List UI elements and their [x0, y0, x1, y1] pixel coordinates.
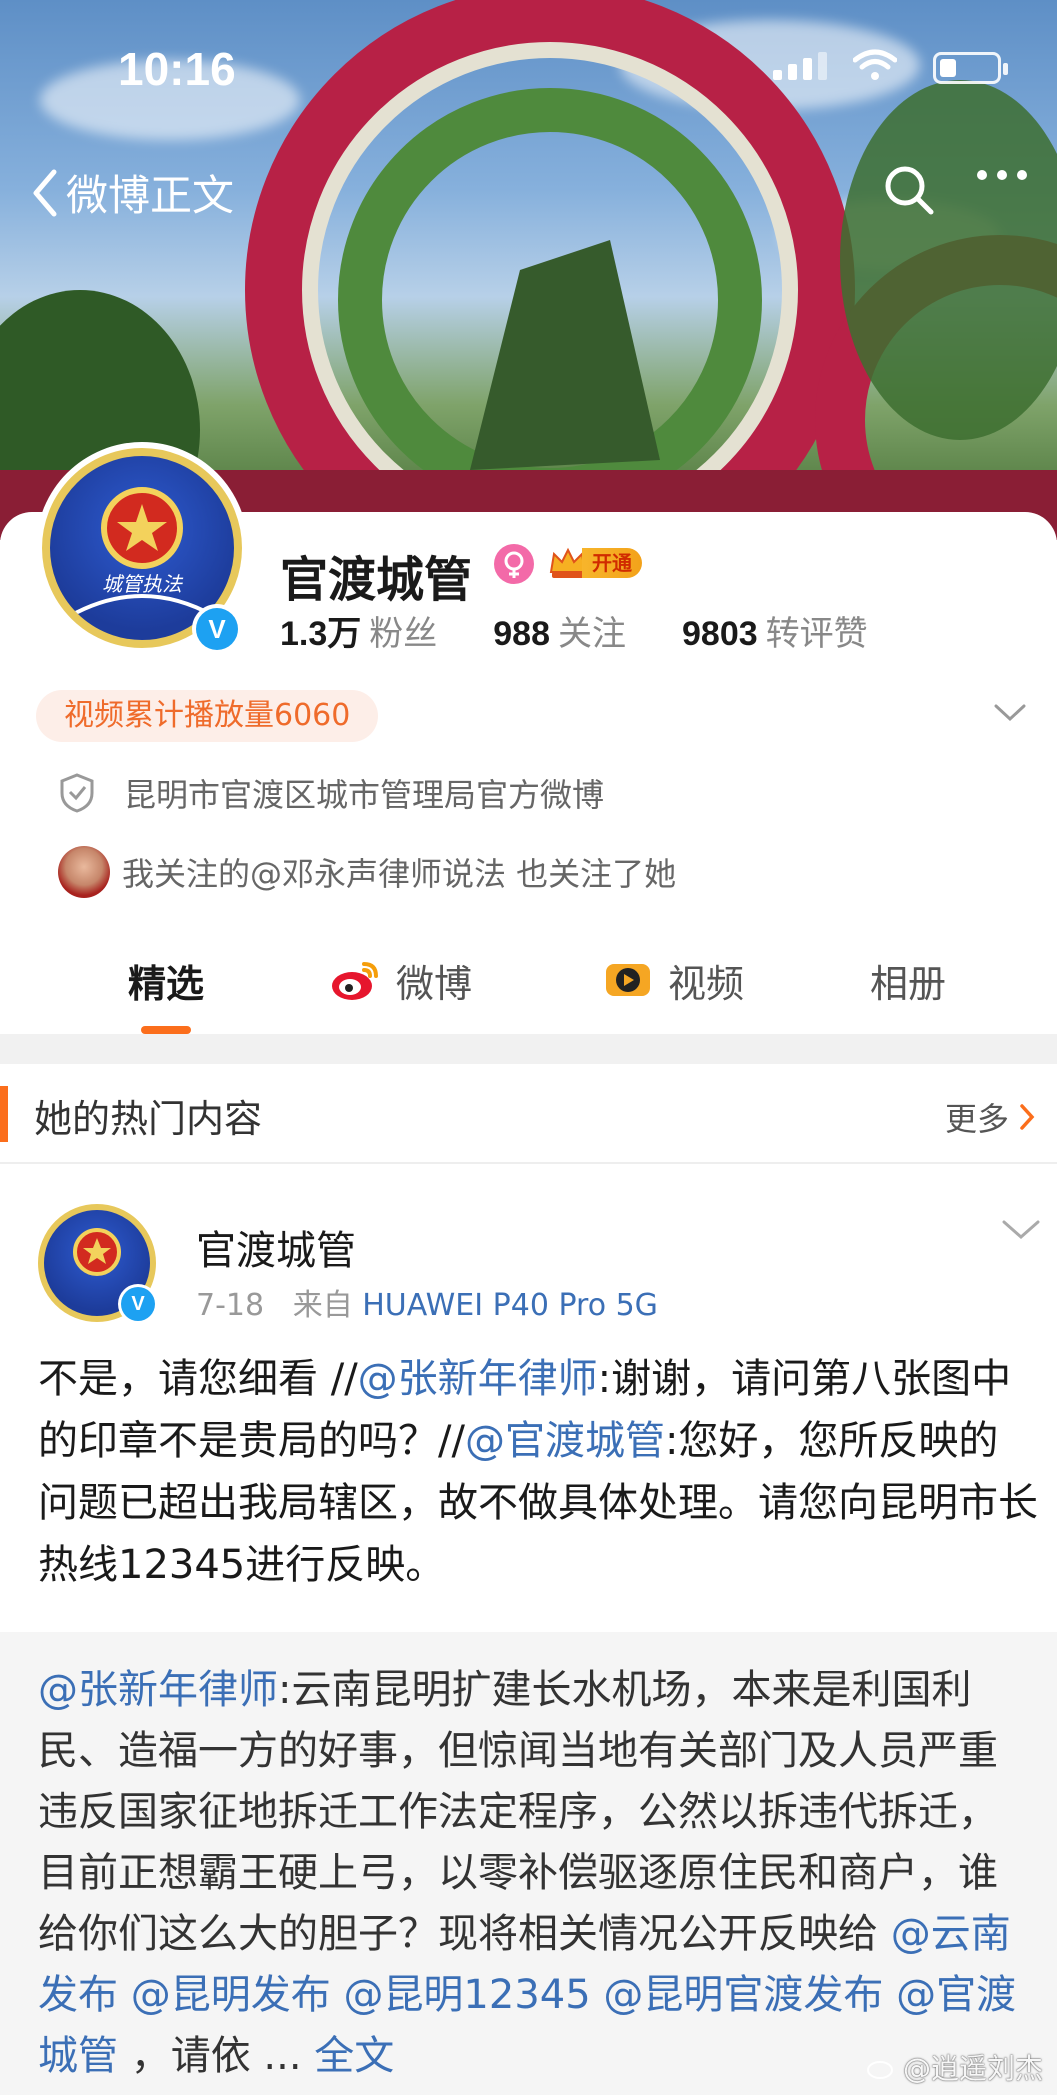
avatar-text: 城管执法 — [102, 572, 182, 596]
image-watermark: @逍遥刘杰 — [866, 2047, 1043, 2087]
vip-label: 开通 — [582, 548, 642, 578]
weibo-watermark-icon — [866, 2061, 893, 2079]
section-divider — [0, 1034, 1057, 1064]
reposted-content[interactable]: @张新年律师:云南昆明扩建长水机场，本来是利国利民、造福一方的好事，但惊闻当地有… — [0, 1632, 1057, 2095]
post-author-name[interactable]: 官渡城管 — [196, 1218, 356, 1276]
verification-info: 昆明市官渡区城市管理局官方微博 — [58, 770, 604, 816]
search-icon[interactable] — [881, 162, 937, 218]
mutual-follow-info[interactable]: 我关注的@邓永声律师说法 也关注了她 — [58, 846, 676, 898]
mention-link[interactable]: @昆明12345 — [343, 1972, 590, 2018]
post-menu-chevron-icon[interactable] — [1001, 1218, 1041, 1242]
tab-video[interactable]: 视频 — [602, 930, 744, 1030]
weibo-icon — [332, 962, 378, 1000]
more-options-icon[interactable] — [977, 170, 1027, 180]
video-play-count-badge[interactable]: 视频累计播放量6060 — [36, 690, 379, 742]
chevron-right-icon — [1020, 1104, 1035, 1130]
verification-text: 昆明市官渡区城市管理局官方微博 — [124, 776, 605, 814]
shield-icon — [60, 773, 94, 813]
accent-bar — [0, 1086, 8, 1142]
tab-album[interactable]: 相册 — [870, 930, 946, 1030]
mutual-text: 我关注的@邓永声律师说法 也关注了她 — [122, 855, 677, 893]
mention-link[interactable]: @张新年律师 — [38, 1667, 278, 1713]
post-meta: 7-18 来自 HUAWEI P40 Pro 5G — [196, 1280, 658, 1324]
post-device[interactable]: HUAWEI P40 Pro 5G — [362, 1288, 658, 1323]
verified-mark: V — [196, 608, 238, 650]
tab-featured[interactable]: 精选 — [128, 930, 204, 1034]
battery-icon — [933, 52, 1008, 84]
repost-body: @张新年律师:云南昆明扩建长水机场，本来是利国利民、造福一方的好事，但惊闻当地有… — [38, 1660, 1019, 2087]
more-button[interactable]: 更多 — [945, 1094, 1037, 1140]
chevron-down-icon[interactable] — [993, 702, 1027, 724]
cell-signal-icon — [773, 52, 827, 80]
post-date: 7-18 — [196, 1288, 265, 1323]
text-segment — [883, 1972, 896, 2018]
back-button[interactable]: 微博正文 — [30, 162, 234, 223]
text-segment: 不是，请您细看 // — [38, 1356, 358, 1402]
status-time: 10:16 — [118, 43, 236, 95]
profile-name: 官渡城管 — [280, 552, 473, 608]
stat-following[interactable]: 988 关注 — [493, 606, 626, 655]
text-segment — [331, 1972, 344, 2018]
stat-followers[interactable]: 1.3万 粉丝 — [280, 606, 437, 655]
post-verified-mark: V — [121, 1287, 155, 1321]
text-segment: ，请依 ... — [118, 2033, 315, 2079]
mention-link[interactable]: @昆明发布 — [131, 1972, 331, 2018]
female-icon — [494, 544, 534, 584]
mention-link[interactable]: @昆明官渡发布 — [603, 1972, 883, 2018]
hot-content-header: 她的热门内容 更多 — [0, 1064, 1057, 1164]
video-icon — [606, 964, 650, 996]
text-segment — [591, 1972, 604, 2018]
verified-badge: V — [192, 604, 242, 654]
vip-open-button[interactable]: 开通 — [548, 544, 652, 582]
post-body: 不是，请您细看 //@张新年律师:谢谢，请问第八张图中的印章不是贵局的吗？//@… — [38, 1348, 1038, 1596]
tab-active-indicator — [141, 1026, 191, 1034]
back-label: 微博正文 — [66, 171, 235, 220]
profile-stats: 1.3万 粉丝 988 关注 9803 转评赞 — [280, 606, 868, 655]
wifi-icon — [853, 49, 897, 80]
full-text-link[interactable]: 全文 — [314, 2033, 394, 2079]
mention-link[interactable]: @张新年律师 — [358, 1356, 598, 1402]
post-source-prefix: 来自 — [292, 1288, 353, 1323]
mutual-avatar — [58, 846, 110, 898]
chevron-left-icon — [33, 169, 57, 216]
post-verified-badge: V — [118, 1284, 158, 1324]
tab-weibo[interactable]: 微博 — [330, 930, 472, 1030]
hot-content-title: 她的热门内容 — [34, 1097, 263, 1141]
profile-tabs: 精选 微博 视频 相册 — [0, 930, 1057, 1034]
stat-interactions[interactable]: 9803 转评赞 — [682, 606, 868, 655]
text-segment — [118, 1972, 131, 2018]
mention-link[interactable]: @官渡城管 — [465, 1418, 665, 1464]
